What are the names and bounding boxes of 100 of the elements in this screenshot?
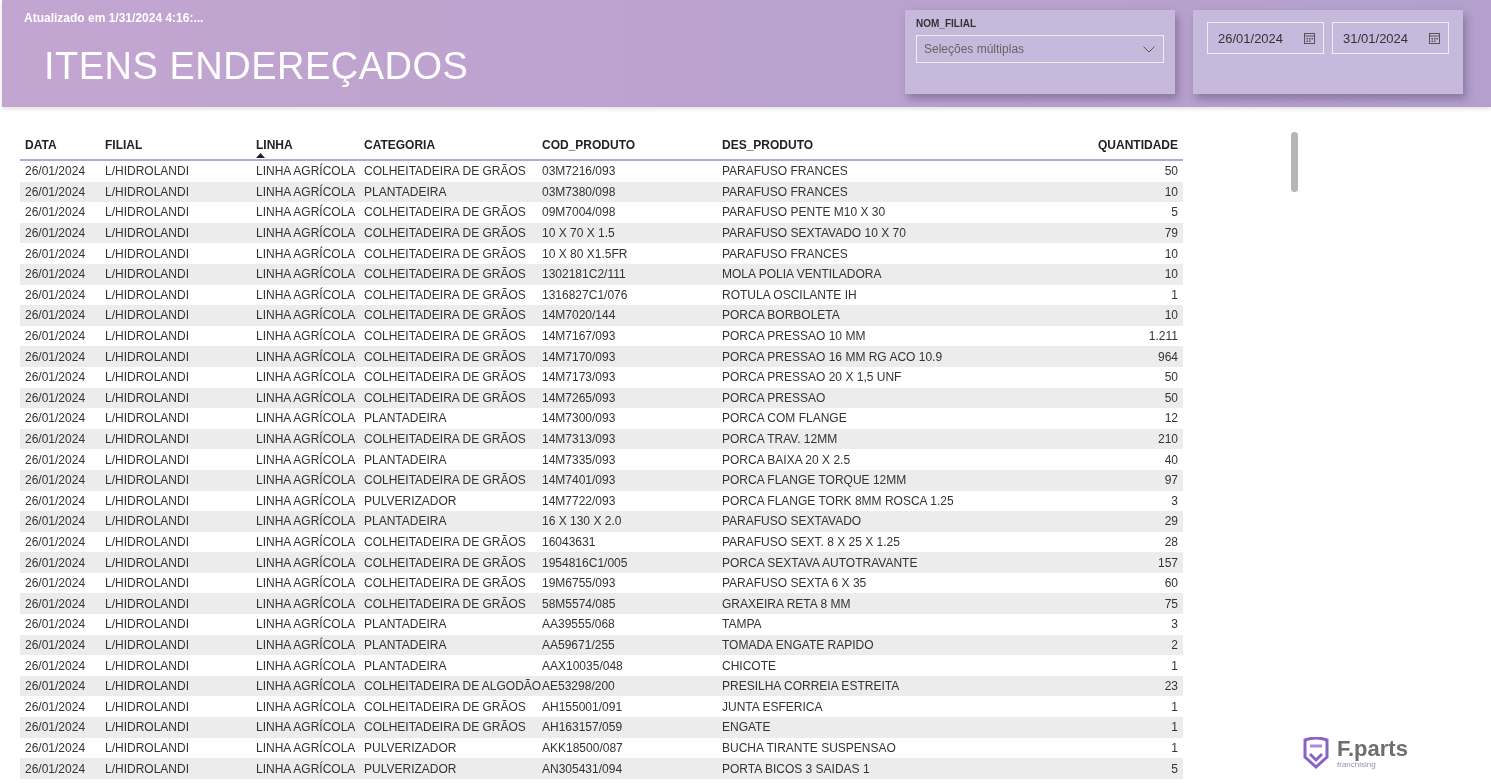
- table-cell-text: 10: [1163, 308, 1179, 323]
- table-cell-text: COLHEITADEIRA DE GRÃOS: [363, 329, 527, 344]
- table-cell-text: 10: [1163, 246, 1179, 261]
- table-cell-text: 10 X 70 X 1.5: [541, 226, 616, 241]
- start-date-field[interactable]: 26/01/2024: [1207, 22, 1324, 54]
- column-header[interactable]: DATA: [20, 138, 100, 159]
- table-cell-text: 58M5574/085: [541, 596, 617, 611]
- table-cell-text: AA59671/255: [541, 637, 616, 652]
- calendar-icon[interactable]: [1304, 32, 1315, 44]
- table-cell-text: L/HIDROLANDI: [104, 699, 191, 714]
- table-cell-text: COLHEITADEIRA DE GRÃOS: [363, 432, 527, 446]
- table-cell-text: 26/01/2024: [24, 246, 87, 261]
- table-cell-text: LINHA AGRÍCOLA: [255, 658, 357, 673]
- table-cell-text: 964: [1156, 349, 1179, 364]
- table-cell-text: LINHA AGRÍCOLA: [255, 205, 357, 220]
- column-header[interactable]: CATEGORIA: [359, 138, 537, 159]
- table-cell-text: L/HIDROLANDI: [104, 493, 191, 508]
- table-cell-text: 26/01/2024: [24, 658, 87, 673]
- table-cell-text: PLANTADEIRA: [363, 658, 448, 673]
- table-cell-text: LINHA AGRÍCOLA: [255, 164, 357, 179]
- table-cell-text: ENGATE: [721, 720, 772, 735]
- column-header[interactable]: LINHA: [251, 138, 359, 159]
- table-cell-text: PARAFUSO SEXTAVADO: [721, 514, 863, 529]
- table-cell-text: L/HIDROLANDI: [104, 555, 191, 570]
- table-cell-text: COLHEITADEIRA DE GRÃOS: [363, 308, 527, 323]
- table-cell-text: 26/01/2024: [24, 370, 87, 385]
- table-cell-text: PLANTADEIRA: [363, 411, 448, 426]
- logo-name: F.parts: [1337, 737, 1408, 760]
- table-cell-text: COLHEITADEIRA DE GRÃOS: [363, 535, 527, 549]
- table-cell-text: LINHA AGRÍCOLA: [255, 535, 357, 549]
- table-cell-text: L/HIDROLANDI: [104, 740, 191, 755]
- table-cell-text: JUNTA ESFERICA: [721, 699, 824, 714]
- table-cell-text: L/HIDROLANDI: [104, 761, 191, 776]
- table-cell-text: PARAFUSO SEXTA 6 X 35: [721, 576, 868, 591]
- table-cell-text: L/HIDROLANDI: [104, 432, 191, 446]
- table-cell-text: L/HIDROLANDI: [104, 390, 191, 405]
- table-cell-text: PORCA COM FLANGE: [721, 411, 848, 426]
- table-cell-text: L/HIDROLANDI: [104, 576, 191, 591]
- table-cell-text: 157: [1156, 555, 1179, 570]
- table-cell-text: COLHEITADEIRA DE GRÃOS: [363, 699, 527, 714]
- table-cell-text: LINHA AGRÍCOLA: [255, 349, 357, 364]
- table-cell-text: 26/01/2024: [24, 761, 87, 776]
- table-cell-text: 26/01/2024: [24, 390, 87, 405]
- table-cell-text: PORCA FLANGE TORK 8MM ROSCA 1.25: [721, 493, 955, 508]
- table-cell-text: 26/01/2024: [24, 720, 87, 735]
- table-cell-text: LINHA AGRÍCOLA: [255, 308, 357, 323]
- table-cell-text: 26/01/2024: [24, 308, 87, 323]
- table-cell-text: 26/01/2024: [24, 535, 87, 549]
- report-title: ITENS ENDEREÇADOS: [44, 45, 469, 88]
- table-cell-text: 26/01/2024: [24, 699, 87, 714]
- table-cell-text: L/HIDROLANDI: [104, 679, 191, 694]
- column-header[interactable]: QUANTIDADE: [1017, 138, 1183, 159]
- table-cell-text: PORCA TRAV. 12MM: [721, 432, 839, 446]
- column-header[interactable]: DES_PRODUTO: [717, 138, 1017, 159]
- table-cell-text: L/HIDROLANDI: [104, 452, 191, 467]
- table-cell-text: LINHA AGRÍCOLA: [255, 226, 357, 241]
- table-cell-text: PULVERIZADOR: [363, 740, 458, 755]
- table-cell-text: 50: [1163, 390, 1179, 405]
- table-cell-text: PORCA FLANGE TORQUE 12MM: [721, 473, 908, 488]
- table-cell-text: PLANTADEIRA: [363, 184, 448, 199]
- last-updated-text: Atualizado em 1/31/2024 4:16:...: [24, 11, 205, 25]
- table-cell-text: 14M7167/093: [541, 329, 617, 344]
- table-cell-text: COLHEITADEIRA DE GRÃOS: [363, 164, 527, 179]
- table-cell-text: 5: [1170, 761, 1179, 776]
- table-cell-text: 14M7173/093: [541, 370, 617, 385]
- column-header[interactable]: FILIAL: [100, 138, 251, 159]
- table-cell-text: LINHA AGRÍCOLA: [255, 555, 357, 570]
- table-cell-text: PORCA PRESSAO 16 MM RG ACO 10.9: [721, 349, 944, 364]
- sort-ascending-icon: [256, 153, 265, 158]
- table-cell-text: 28: [1163, 535, 1179, 549]
- table-cell-text: L/HIDROLANDI: [104, 596, 191, 611]
- table-cell-text: 23: [1163, 679, 1179, 694]
- table-cell-text: 10 X 80 X1.5FR: [541, 246, 629, 261]
- table-cell-text: LINHA AGRÍCOLA: [255, 246, 357, 261]
- table-cell-text: PORTA BICOS 3 SAIDAS 1: [721, 761, 871, 776]
- table-cell-text: 1: [1170, 287, 1179, 302]
- column-header[interactable]: COD_PRODUTO: [537, 138, 717, 159]
- table-cell-text: PULVERIZADOR: [363, 761, 458, 776]
- table-cell-text: L/HIDROLANDI: [104, 329, 191, 344]
- table-cell-text: 50: [1163, 164, 1179, 179]
- table-cell-text: LINHA AGRÍCOLA: [255, 514, 357, 529]
- table-cell-text: 26/01/2024: [24, 184, 87, 199]
- table-cell-text: PLANTADEIRA: [363, 637, 448, 652]
- table-cell-text: PLANTADEIRA: [363, 452, 448, 467]
- table-cell-text: COLHEITADEIRA DE GRÃOS: [363, 720, 527, 735]
- chevron-down-icon: [1143, 45, 1155, 53]
- table-cell-text: PARAFUSO SEXT. 8 X 25 X 1.25: [721, 535, 901, 549]
- table-cell-text: 97: [1163, 473, 1179, 488]
- table-cell-text: 26/01/2024: [24, 740, 87, 755]
- table-cell-text: PORCA PRESSAO 20 X 1,5 UNF: [721, 370, 903, 385]
- shield-logo-icon: [1303, 737, 1329, 769]
- slicer-label: NOM_FILIAL: [916, 18, 977, 29]
- end-date-field[interactable]: 31/01/2024: [1332, 22, 1449, 54]
- scrollbar-thumb[interactable]: [1291, 132, 1298, 192]
- table-cell-text: 26/01/2024: [24, 329, 87, 344]
- table-cell-text: AH155001/091: [541, 699, 624, 714]
- table-cell-text: LINHA AGRÍCOLA: [255, 184, 357, 199]
- table-cell-text: 2: [1170, 637, 1179, 652]
- calendar-icon[interactable]: [1429, 32, 1440, 44]
- table-cell-text: TAMPA: [721, 617, 763, 632]
